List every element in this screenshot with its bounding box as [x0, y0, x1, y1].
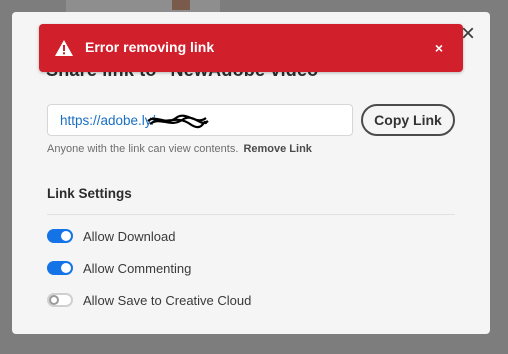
- share-url-field[interactable]: [47, 104, 353, 136]
- allow-save-cc-label: Allow Save to Creative Cloud: [83, 292, 252, 308]
- copy-link-button[interactable]: Copy Link: [361, 104, 455, 136]
- toast-message: Error removing link: [85, 39, 215, 55]
- setting-allow-commenting[interactable]: Allow Commenting: [47, 258, 191, 278]
- link-settings-heading: Link Settings: [47, 186, 132, 201]
- toggle-knob: [61, 231, 71, 241]
- allow-download-label: Allow Download: [83, 228, 176, 244]
- redaction-scribble: [147, 114, 209, 129]
- setting-allow-save-cc[interactable]: Allow Save to Creative Cloud: [47, 290, 251, 310]
- link-help-text: Anyone with the link can view contents. …: [47, 143, 312, 155]
- allow-download-toggle[interactable]: [47, 229, 73, 243]
- toggle-knob: [61, 263, 71, 273]
- allow-commenting-toggle[interactable]: [47, 261, 73, 275]
- error-toast: Error removing link ×: [39, 24, 463, 72]
- setting-allow-download[interactable]: Allow Download: [47, 226, 176, 246]
- section-divider: [47, 214, 455, 215]
- toggle-knob: [49, 295, 59, 305]
- remove-link-button[interactable]: Remove Link: [243, 143, 311, 155]
- thumbnail-detail: [172, 0, 190, 10]
- toast-close-icon[interactable]: ×: [427, 36, 451, 60]
- allow-commenting-label: Allow Commenting: [83, 260, 192, 276]
- allow-save-cc-toggle[interactable]: [47, 293, 73, 307]
- link-visibility-note: Anyone with the link can view contents.: [47, 143, 239, 155]
- warning-icon: [55, 40, 73, 56]
